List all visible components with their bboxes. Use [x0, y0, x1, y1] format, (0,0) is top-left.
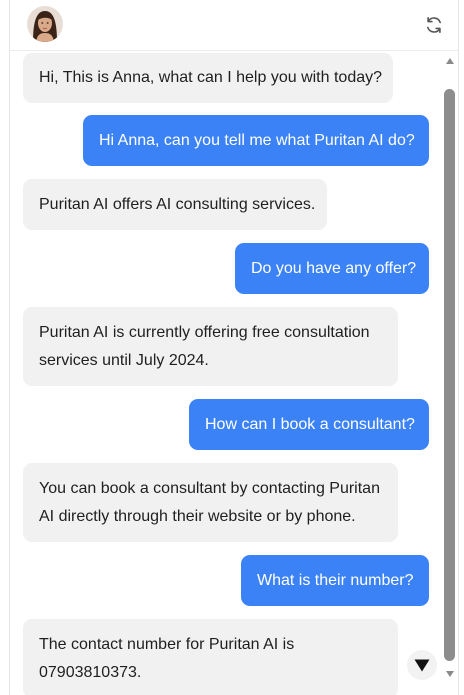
message-text-line: services until July 2024.: [39, 352, 209, 369]
scroll-down-arrow-icon[interactable]: [446, 671, 454, 677]
message-scrollbar[interactable]: [442, 51, 458, 695]
message-text: Hi Anna, can you tell me what Puritan AI…: [99, 132, 415, 149]
user-message: Hi Anna, can you tell me what Puritan AI…: [83, 115, 429, 166]
bot-message: Puritan AI offers AI consulting services…: [23, 179, 327, 230]
bot-message: Puritan AI is currently offering free co…: [23, 307, 398, 386]
user-message: What is their number?: [241, 555, 429, 606]
message-text-line: Puritan AI is currently offering free co…: [39, 324, 370, 341]
bot-message: You can book a consultant by contacting …: [23, 463, 398, 542]
message-text: What is their number?: [257, 572, 414, 589]
message-text-line: AI directly through their website or by …: [39, 508, 356, 525]
scroll-up-arrow-icon[interactable]: [446, 58, 454, 64]
message-text-line: 07903810373.: [39, 664, 142, 681]
message-text: Do you have any offer?: [251, 260, 417, 277]
scrollbar-thumb[interactable]: [444, 89, 455, 661]
message-list: Hi, This is Anna, what can I help you wi…: [10, 51, 442, 695]
bot-message: Hi, This is Anna, what can I help you wi…: [23, 53, 393, 103]
message-text: How can I book a consultant?: [205, 416, 415, 433]
message-text: Puritan AI offers AI consulting services…: [39, 196, 316, 213]
user-message: Do you have any offer?: [235, 243, 429, 294]
refresh-icon[interactable]: [424, 15, 444, 35]
chat-widget: Hi, This is Anna, what can I help you wi…: [9, 0, 459, 695]
user-message: How can I book a consultant?: [189, 399, 429, 450]
chat-header: [10, 0, 458, 51]
message-text: Hi, This is Anna, what can I help you wi…: [39, 69, 383, 86]
message-text-line: You can book a consultant by contacting …: [39, 480, 380, 497]
message-text-line: The contact number for Puritan AI is: [39, 636, 295, 653]
triangle-down-icon: [414, 659, 430, 672]
bot-message: The contact number for Puritan AI is 079…: [23, 619, 398, 695]
scroll-to-bottom-button[interactable]: [407, 650, 437, 680]
assistant-avatar: [27, 6, 63, 42]
